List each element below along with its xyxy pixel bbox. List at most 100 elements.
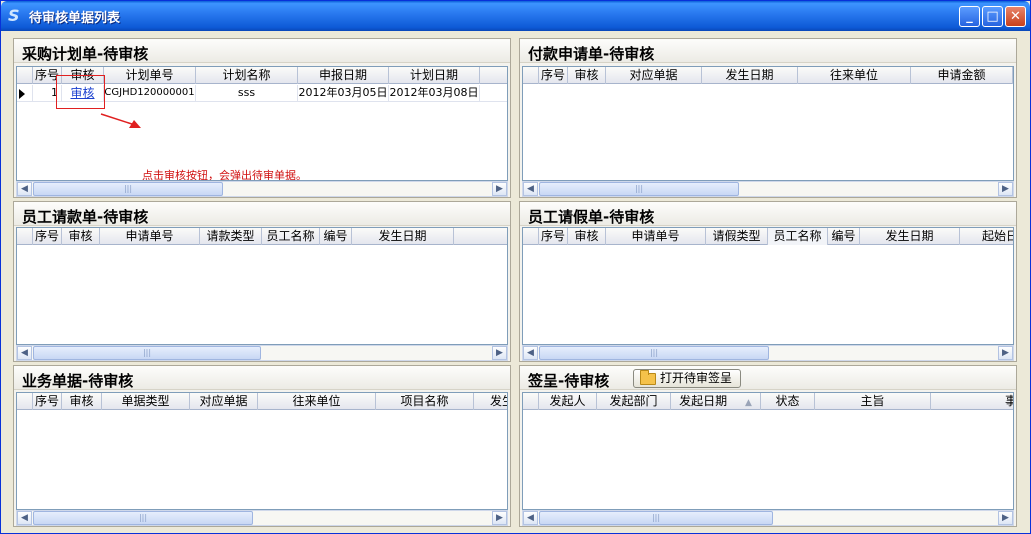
column-header[interactable]: 对应单据 (190, 393, 258, 410)
plan-name-cell: sss (196, 85, 298, 102)
panel-title: 员工请假单-待审核 (528, 208, 655, 226)
main-window: S 待审核单据列表 _ □ ✕ 采购计划单-待审核 序号 审核 计划单号 计划名… (0, 0, 1031, 534)
scroll-thumb[interactable]: ||| (539, 511, 773, 525)
panel-title: 业务单据-待审核 (22, 372, 134, 390)
maximize-button[interactable]: □ (982, 6, 1003, 27)
open-signoff-button[interactable]: 打开待审签呈 (633, 369, 741, 388)
sort-asc-icon: ▲ (744, 398, 752, 408)
column-header[interactable]: 发生日期 (352, 228, 454, 245)
horizontal-scrollbar[interactable]: ◀ ||| ▶ (522, 181, 1014, 197)
title-bar[interactable]: S 待审核单据列表 _ □ ✕ (1, 1, 1030, 31)
scroll-left-icon[interactable]: ◀ (523, 182, 538, 196)
plan-no-cell: CGJHD120000001 (104, 85, 196, 102)
annotation-arrow-icon (100, 113, 141, 128)
grid-header: 发起人 发起部门 发起日期 ▲ 状态 主旨 事 (523, 393, 1013, 410)
scroll-right-icon[interactable]: ▶ (492, 182, 507, 196)
column-header[interactable]: 发起部门 (597, 393, 671, 410)
grid-header: 序号 审核 对应单据 发生日期 往来单位 申请金额 (523, 67, 1013, 84)
window-title: 待审核单据列表 (29, 11, 121, 26)
column-header[interactable]: 发生日期 (702, 67, 798, 84)
leave-request-panel: 员工请假单-待审核 序号 审核 申请单号 请假类型 员工名称 编号 发生日期 起… (519, 201, 1017, 362)
column-header[interactable]: 计划名称 (196, 67, 298, 84)
horizontal-scrollbar[interactable]: ◀ ||| ▶ (522, 510, 1014, 526)
column-header[interactable]: 申请单号 (100, 228, 200, 245)
column-header[interactable]: 起始日 (960, 228, 1013, 245)
scroll-left-icon[interactable]: ◀ (17, 511, 32, 525)
scroll-left-icon[interactable]: ◀ (523, 511, 538, 525)
open-signoff-label: 打开待审签呈 (660, 371, 733, 385)
business-documents-panel: 业务单据-待审核 序号 审核 单据类型 对应单据 往来单位 项目名称 发生 ◀ … (13, 365, 511, 527)
payment-request-panel: 付款申请单-待审核 序号 审核 对应单据 发生日期 往来单位 申请金额 ◀ ||… (519, 38, 1017, 198)
column-header[interactable]: 员工名称 (768, 228, 828, 245)
leave-request-grid[interactable]: 序号 审核 申请单号 请假类型 员工名称 编号 发生日期 起始日 (522, 227, 1014, 345)
scroll-thumb[interactable]: ||| (33, 511, 253, 525)
close-button[interactable]: ✕ (1005, 6, 1026, 27)
column-header[interactable]: 申请金额 (911, 67, 1013, 84)
business-documents-grid[interactable]: 序号 审核 单据类型 对应单据 往来单位 项目名称 发生 (16, 392, 508, 510)
scroll-left-icon[interactable]: ◀ (17, 182, 32, 196)
payment-request-grid[interactable]: 序号 审核 对应单据 发生日期 往来单位 申请金额 (522, 66, 1014, 181)
grid-header: 序号 审核 单据类型 对应单据 往来单位 项目名称 发生 (17, 393, 507, 410)
scroll-right-icon[interactable]: ▶ (492, 511, 507, 525)
scroll-right-icon[interactable]: ▶ (998, 182, 1013, 196)
expense-request-panel: 员工请款单-待审核 序号 审核 申请单号 请款类型 员工名称 编号 发生日期 ◀… (13, 201, 511, 362)
scroll-right-icon[interactable]: ▶ (998, 511, 1013, 525)
panel-title: 付款申请单-待审核 (528, 45, 655, 63)
column-header[interactable]: 序号 (539, 67, 568, 84)
row-indicator-header (523, 228, 539, 245)
column-header[interactable]: 申请单号 (606, 228, 706, 245)
column-header[interactable]: 往来单位 (258, 393, 376, 410)
row-indicator (17, 85, 33, 102)
column-header[interactable]: 审核 (62, 393, 102, 410)
column-header[interactable]: 审核 (62, 228, 100, 245)
signoff-grid[interactable]: 发起人 发起部门 发起日期 ▲ 状态 主旨 事 (522, 392, 1014, 510)
column-header[interactable]: 审核 (568, 67, 606, 84)
column-header[interactable]: 发起人 (539, 393, 597, 410)
column-header[interactable]: 员工名称 (262, 228, 320, 245)
scroll-right-icon[interactable]: ▶ (492, 346, 507, 360)
scroll-thumb[interactable]: ||| (33, 182, 223, 196)
scroll-left-icon[interactable]: ◀ (523, 346, 538, 360)
column-header[interactable]: 请假类型 (706, 228, 768, 245)
column-header[interactable]: 计划单号 (104, 67, 196, 84)
highlight-box (56, 75, 105, 109)
column-header[interactable]: 序号 (539, 228, 568, 245)
column-header[interactable]: 对应单据 (606, 67, 702, 84)
horizontal-scrollbar[interactable]: ◀ ||| ▶ (16, 345, 508, 361)
scroll-thumb[interactable]: ||| (539, 346, 769, 360)
scroll-right-icon[interactable]: ▶ (998, 346, 1013, 360)
panel-header: 业务单据-待审核 (14, 366, 510, 390)
scroll-thumb[interactable]: ||| (33, 346, 261, 360)
grid-header: 序号 审核 申请单号 请假类型 员工名称 编号 发生日期 起始日 (523, 228, 1013, 245)
report-date-cell: 2012年03月05日 (298, 85, 389, 102)
column-header[interactable]: 发起日期 ▲ (671, 393, 761, 410)
grid-header: 序号 审核 申请单号 请款类型 员工名称 编号 发生日期 (17, 228, 507, 245)
horizontal-scrollbar[interactable]: ◀ ||| ▶ (522, 345, 1014, 361)
column-header[interactable]: 计划日期 (389, 67, 480, 84)
folder-open-icon (640, 370, 656, 385)
column-header[interactable]: 请款类型 (200, 228, 262, 245)
scroll-left-icon[interactable]: ◀ (17, 346, 32, 360)
column-header[interactable]: 项目名称 (376, 393, 474, 410)
column-header[interactable]: 发生日期 (860, 228, 960, 245)
column-header[interactable]: 审核 (568, 228, 606, 245)
column-header[interactable]: 编号 (320, 228, 352, 245)
row-indicator-header (523, 67, 539, 84)
column-header[interactable]: 主旨 (815, 393, 931, 410)
annotation-note: 点击审核按钮，会弹出待审单据。 (142, 169, 307, 181)
column-header[interactable]: 往来单位 (798, 67, 911, 84)
column-header[interactable]: 单据类型 (102, 393, 190, 410)
column-header[interactable]: 发生 (474, 393, 507, 410)
panel-title: 签呈-待审核 (528, 372, 610, 390)
horizontal-scrollbar[interactable]: ◀ ||| ▶ (16, 181, 508, 197)
column-header[interactable]: 序号 (33, 228, 62, 245)
column-header[interactable]: 事 (931, 393, 1013, 410)
column-header[interactable]: 申报日期 (298, 67, 389, 84)
column-header[interactable]: 序号 (33, 393, 62, 410)
column-header[interactable]: 编号 (828, 228, 860, 245)
column-header[interactable]: 状态 (761, 393, 815, 410)
expense-request-grid[interactable]: 序号 审核 申请单号 请款类型 员工名称 编号 发生日期 (16, 227, 508, 345)
minimize-button[interactable]: _ (959, 6, 980, 27)
scroll-thumb[interactable]: ||| (539, 182, 739, 196)
horizontal-scrollbar[interactable]: ◀ ||| ▶ (16, 510, 508, 526)
